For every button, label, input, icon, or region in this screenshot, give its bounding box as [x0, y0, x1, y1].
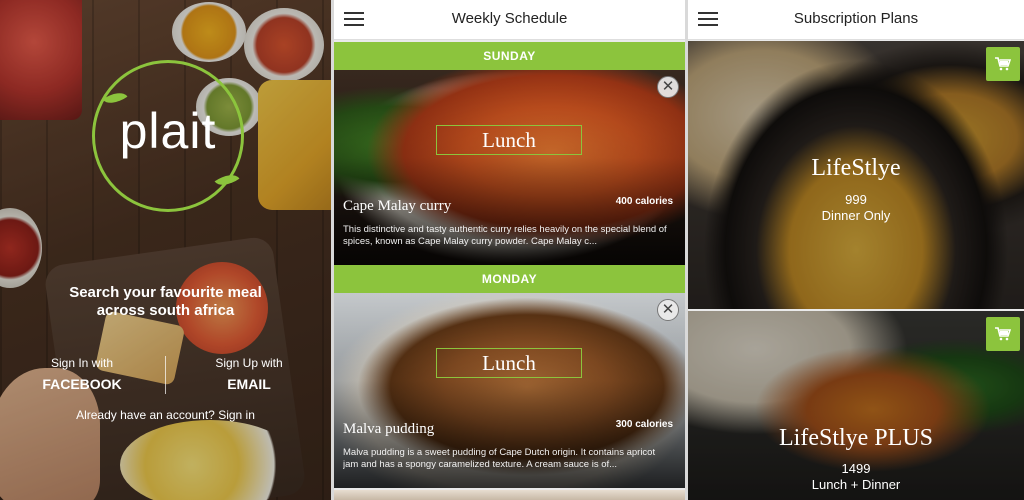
meal-card[interactable]: ✕ Lunch Cape Malay curry 400 calories Th… — [334, 70, 685, 265]
meal-name: Cape Malay curry — [343, 198, 452, 214]
meal-photo — [334, 490, 685, 500]
email-signup-label: EMAIL — [227, 376, 271, 392]
existing-account-signin-link[interactable]: Already have an account? Sign in — [40, 408, 291, 422]
day-header-sunday: SUNDAY — [334, 42, 685, 70]
subscription-plans-screen: Subscription Plans LifeStlye 999 Dinner … — [688, 0, 1024, 500]
tagline: Search your favourite meal across south … — [40, 284, 291, 320]
day-header-monday: MONDAY — [334, 265, 685, 293]
plan-price: 1499 — [841, 461, 871, 476]
meal-type-label: Lunch — [436, 125, 582, 155]
cart-icon[interactable] — [986, 317, 1020, 351]
facebook-signin-button[interactable]: Sign In with FACEBOOK — [34, 356, 130, 392]
meal-name: Malva pudding — [343, 421, 435, 437]
page-title: Subscription Plans — [793, 10, 919, 27]
meal-description: Malva pudding is a sweet pudding of Cape… — [343, 447, 656, 470]
email-signup-button[interactable]: Sign Up with EMAIL — [204, 356, 294, 392]
meal-calories: 400 calories — [615, 196, 673, 207]
plan-detail: Dinner Only — [821, 208, 891, 223]
tagline-line-2: across south africa — [96, 302, 235, 319]
close-icon[interactable]: ✕ — [657, 299, 679, 321]
plan-card[interactable]: LifeStlye 999 Dinner Only — [688, 41, 1024, 309]
plans-topbar: Subscription Plans — [688, 0, 1024, 40]
plan-detail: Lunch + Dinner — [811, 477, 901, 492]
page-title: Weekly Schedule — [451, 10, 568, 27]
tagline-line-1: Search your favourite meal — [69, 284, 262, 301]
app-logo: plait — [119, 103, 217, 159]
schedule-topbar: Weekly Schedule — [334, 0, 685, 40]
login-screen: plait Search your favourite meal across … — [0, 0, 331, 500]
meal-card[interactable]: ✕ Lunch Malva pudding 300 calories Malva… — [334, 293, 685, 488]
weekly-schedule-screen: Weekly Schedule SUNDAY ✕ Lunch Cape Mala… — [334, 0, 685, 500]
meal-calories: 300 calories — [615, 419, 673, 430]
meal-type-label: Lunch — [436, 348, 582, 378]
plan-name: LifeStlye PLUS — [779, 425, 933, 451]
facebook-signin-label: FACEBOOK — [42, 376, 122, 392]
facebook-signin-caption: Sign In with — [50, 356, 114, 370]
meal-description: This distinctive and tasty authentic cur… — [343, 224, 667, 247]
plan-name: LifeStlye — [811, 155, 901, 181]
plan-price: 999 — [845, 192, 867, 207]
cart-icon[interactable] — [986, 47, 1020, 81]
signin-divider — [165, 356, 166, 394]
plan-card[interactable]: LifeStlye PLUS 1499 Lunch + Dinner — [688, 311, 1024, 500]
meal-card-partial[interactable] — [334, 490, 685, 500]
close-icon[interactable]: ✕ — [657, 76, 679, 98]
email-signup-caption: Sign Up with — [215, 356, 283, 370]
